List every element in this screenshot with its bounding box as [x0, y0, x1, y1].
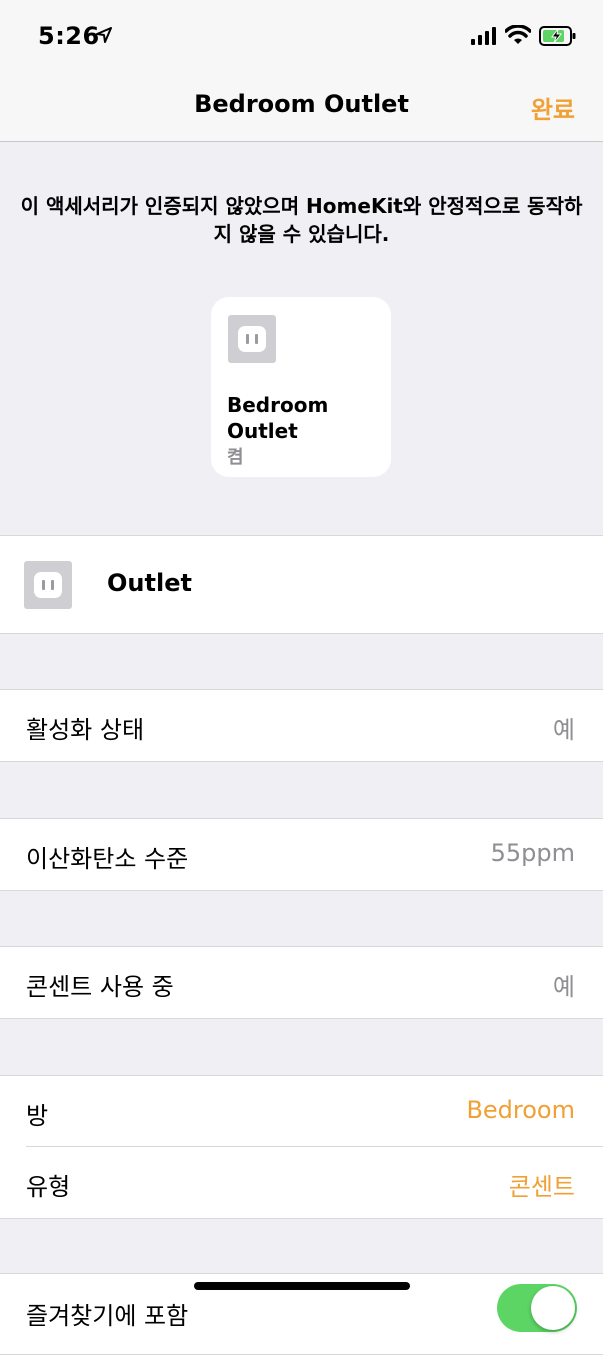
tile-name: Bedroom Outlet	[227, 392, 377, 444]
room-type-group: 방 Bedroom 유형 콘센트	[0, 1075, 603, 1219]
room-value[interactable]: Bedroom	[466, 1096, 575, 1124]
type-label: 유형	[26, 1173, 71, 1201]
certification-warning: 이 액세서리가 인증되지 않았으며 HomeKit와 안정적으로 동작하지 않을…	[20, 194, 583, 246]
service-label: Outlet	[107, 569, 192, 597]
co2-value: 55ppm	[490, 839, 575, 867]
navigation-bar: Bedroom Outlet 완료	[0, 72, 603, 142]
status-bar: 5:26	[0, 0, 603, 72]
type-row[interactable]: 유형 콘센트	[0, 1147, 603, 1218]
co2-label: 이산화탄소 수준	[26, 845, 189, 873]
wifi-icon	[505, 25, 531, 44]
page-title: Bedroom Outlet	[194, 90, 409, 118]
location-arrow-icon	[96, 27, 112, 43]
outlet-icon	[24, 561, 72, 609]
in-use-row: 콘센트 사용 중 예	[0, 947, 603, 1018]
co2-group: 이산화탄소 수준 55ppm	[0, 818, 603, 891]
tile-name-line-2: Outlet	[227, 419, 298, 443]
battery-icon	[539, 26, 576, 46]
done-button[interactable]: 완료	[531, 90, 575, 125]
favorites-toggle[interactable]	[497, 1284, 577, 1332]
active-label: 활성화 상태	[26, 716, 145, 744]
active-group: 활성화 상태 예	[0, 689, 603, 762]
accessory-tile[interactable]: Bedroom Outlet 켬	[211, 297, 391, 477]
status-time: 5:26	[38, 22, 100, 50]
home-indicator[interactable]	[194, 1282, 410, 1290]
favorites-label: 즐겨찾기에 포함	[26, 1302, 189, 1330]
active-row: 활성화 상태 예	[0, 690, 603, 761]
service-group: Outlet	[0, 535, 603, 634]
toggle-knob	[531, 1286, 575, 1330]
in-use-value: 예	[552, 973, 575, 1001]
in-use-group: 콘센트 사용 중 예	[0, 946, 603, 1019]
signal-icon	[471, 27, 496, 45]
in-use-label: 콘센트 사용 중	[26, 973, 174, 1001]
active-value: 예	[552, 716, 575, 744]
type-value[interactable]: 콘센트	[509, 1167, 575, 1202]
outlet-icon	[228, 315, 276, 363]
room-row[interactable]: 방 Bedroom	[0, 1076, 603, 1147]
tile-status: 켬	[227, 447, 244, 468]
co2-row: 이산화탄소 수준 55ppm	[0, 819, 603, 890]
room-label: 방	[26, 1102, 49, 1130]
tile-name-line-1: Bedroom	[227, 393, 329, 417]
